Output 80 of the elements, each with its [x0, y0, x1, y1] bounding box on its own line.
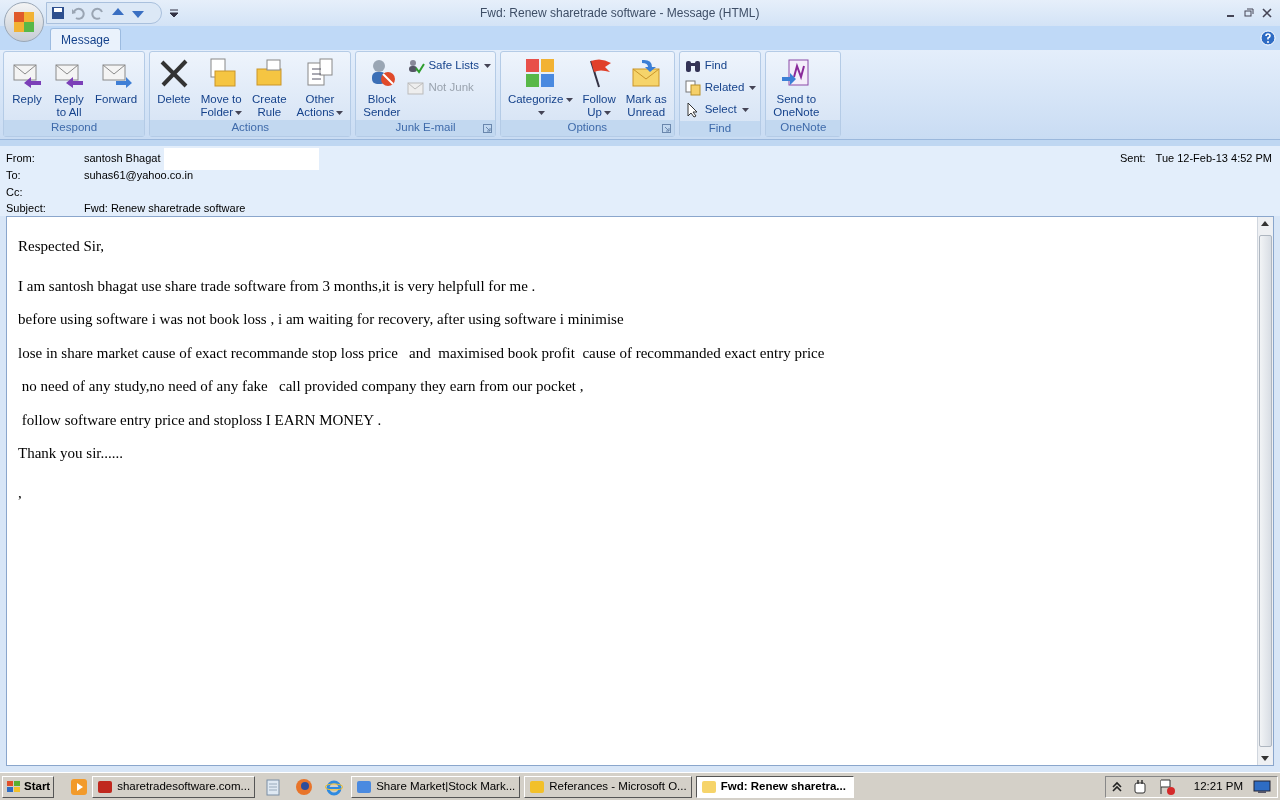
header-label: To:	[6, 168, 22, 183]
header-label: Subject:	[6, 201, 47, 216]
header-value: Fwd: Renew sharetrade software	[84, 201, 246, 216]
ribbon-button[interactable]: Move to Folder	[197, 55, 246, 119]
header-value: suhas61@yahoo.co.in	[84, 168, 194, 183]
ribbon-button[interactable]: Other Actions	[293, 55, 347, 119]
taskbar-item[interactable]: Fwd: Renew sharetra...	[695, 775, 854, 798]
power-plug-icon[interactable]	[1131, 778, 1148, 795]
ribbon-button[interactable]: Related	[683, 77, 757, 99]
body-paragraph: I am santosh bhagat use share trade software from 3 months,it is very helpfull for me .	[18, 276, 537, 296]
caret-icon	[235, 110, 243, 115]
ribbon-button[interactable]: Send to OneNote	[770, 55, 823, 119]
header-label: From:	[6, 151, 36, 167]
caret-icon	[537, 110, 545, 115]
caret-icon	[336, 110, 344, 115]
app-icon	[97, 778, 114, 795]
restore-icon[interactable]	[1244, 8, 1254, 18]
caret-icon	[565, 97, 573, 102]
group-label: Respond	[51, 120, 98, 136]
close-icon[interactable]	[1262, 8, 1272, 18]
caret-icon	[749, 86, 757, 90]
ribbon-button[interactable]: Find	[683, 55, 757, 77]
ribbon-button[interactable]: Reply to All	[50, 55, 88, 119]
app-icon	[356, 778, 373, 795]
help-icon[interactable]	[1260, 30, 1276, 46]
monitor-icon[interactable]	[1253, 779, 1271, 794]
body-paragraph: follow software entry price and stoploss I EARN MONEY .	[20, 410, 383, 430]
ribbon-button[interactable]: Categorize	[504, 55, 576, 119]
windows-logo-icon	[6, 779, 22, 794]
window-title: Fwd: Renew sharetrade software - Message (HTML)	[480, 5, 760, 22]
dialog-launcher-icon[interactable]	[661, 124, 671, 133]
app-icon	[700, 778, 717, 795]
office-logo-icon	[12, 10, 36, 34]
body-paragraph: before using software i was not book loss , i am waiting for recovery, after using software i minimise	[18, 310, 625, 329]
caret-icon	[604, 110, 611, 115]
taskbar-item[interactable]: Share Market|Stock Mark...	[351, 775, 521, 798]
ribbon-tab[interactable]: Message	[50, 28, 121, 50]
dialog-launcher-icon[interactable]	[482, 124, 492, 133]
group-label: Actions	[231, 120, 270, 136]
color-grid-icon	[524, 57, 557, 89]
office-button[interactable]	[4, 2, 44, 42]
sent-value: Tue 12-Feb-13 4:52 PM	[1155, 151, 1272, 167]
body-paragraph: lose in share market cause of exact recommande stop loss price and maximised book profit cause of recommanded exact entry price	[18, 343, 826, 363]
body-paragraph: no need of any study,no need of any fake call provided company they earn from our pocket ,	[20, 377, 585, 396]
ribbon-button[interactable]: Safe Lists	[407, 55, 491, 77]
app-icon	[529, 778, 546, 795]
envelope-arrow-icon	[630, 57, 663, 89]
taskbar-item[interactable]: sharetradesoftware.com...	[92, 775, 256, 798]
flag-error-icon[interactable]	[1157, 777, 1176, 796]
ribbon-button[interactable]: Delete	[154, 55, 194, 106]
start-button[interactable]: Start	[2, 775, 55, 798]
chevron-up-icon[interactable]	[1111, 780, 1122, 793]
group-label: Find	[708, 121, 732, 137]
header-value: santosh Bhagat	[84, 151, 161, 167]
ribbon-button[interactable]: Select	[683, 99, 757, 121]
customize-caret-icon[interactable]	[170, 9, 178, 17]
ribbon-button[interactable]: Forward	[92, 55, 141, 106]
body-paragraph: Thank you sir......	[18, 444, 124, 463]
scrollbar[interactable]	[1257, 217, 1273, 765]
header-label: Cc:	[6, 184, 24, 200]
ribbon-button[interactable]: Mark as Unread	[622, 55, 670, 119]
body-paragraph: ,	[18, 483, 23, 503]
group-label: OneNote	[780, 120, 827, 136]
taskbar-item[interactable]: Referances - Microsoft O...	[524, 775, 692, 798]
envelope-icon	[407, 80, 426, 96]
firefox-icon[interactable]	[295, 777, 314, 796]
save-icon[interactable]	[51, 6, 65, 20]
body-paragraph: Respected Sir,	[18, 237, 106, 256]
ribbon-button[interactable]: Follow Up	[579, 55, 619, 119]
caret-icon	[483, 64, 491, 68]
ribbon-button[interactable]: Block Sender	[360, 55, 404, 119]
people-check-icon	[407, 58, 426, 74]
clock: 12:21 PM	[1193, 778, 1243, 794]
documents-icon	[683, 80, 702, 96]
ribbon-button[interactable]: Reply	[8, 55, 46, 106]
group-label: Junk E-mail	[395, 120, 456, 136]
ribbon-button[interactable]: Create Rule	[249, 55, 290, 119]
group-label: Options	[567, 120, 608, 136]
sent-label: Sent:	[1119, 151, 1146, 167]
caret-icon	[741, 108, 749, 112]
